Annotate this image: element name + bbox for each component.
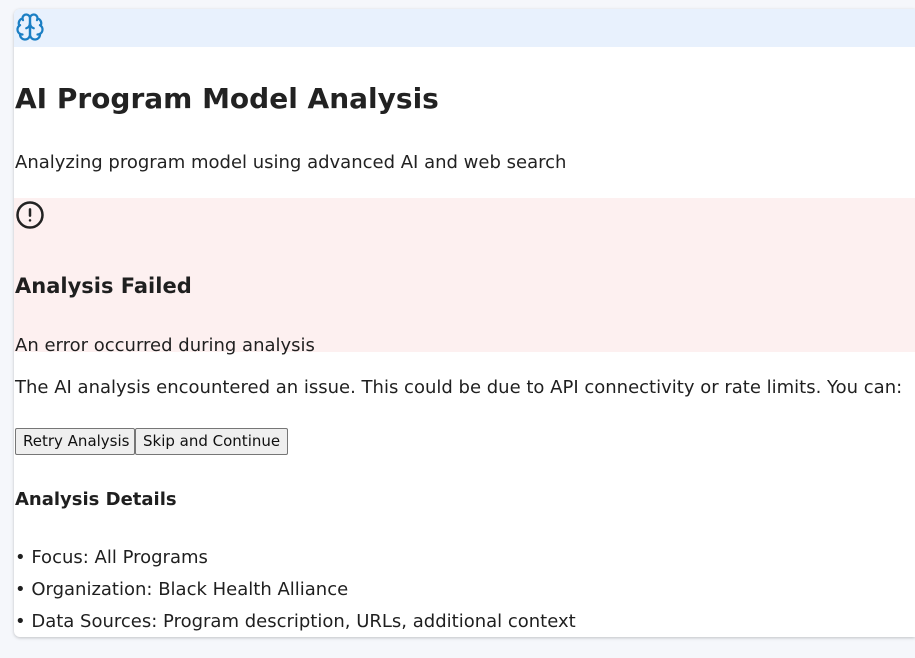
- brain-icon: [16, 13, 44, 41]
- error-explanation: The AI analysis encountered an issue. Th…: [15, 377, 903, 398]
- skip-and-continue-button[interactable]: Skip and Continue: [135, 428, 288, 455]
- error-message: An error occurred during analysis: [15, 335, 315, 356]
- details-title: Analysis Details: [15, 489, 177, 510]
- detail-organization: • Organization: Black Health Alliance: [15, 579, 349, 600]
- detail-focus: • Focus: All Programs: [15, 547, 208, 568]
- alert-circle-icon: [16, 201, 44, 229]
- page-title: AI Program Model Analysis: [15, 82, 439, 115]
- analysis-card: AI Program Model Analysis Analyzing prog…: [14, 9, 915, 637]
- error-title: Analysis Failed: [15, 274, 192, 298]
- page-subtitle: Analyzing program model using advanced A…: [15, 152, 567, 173]
- retry-analysis-button[interactable]: Retry Analysis: [15, 428, 135, 455]
- error-panel: Analysis Failed An error occurred during…: [14, 198, 915, 356]
- detail-data-sources: • Data Sources: Program description, URL…: [15, 611, 576, 632]
- header-bar: [14, 9, 915, 47]
